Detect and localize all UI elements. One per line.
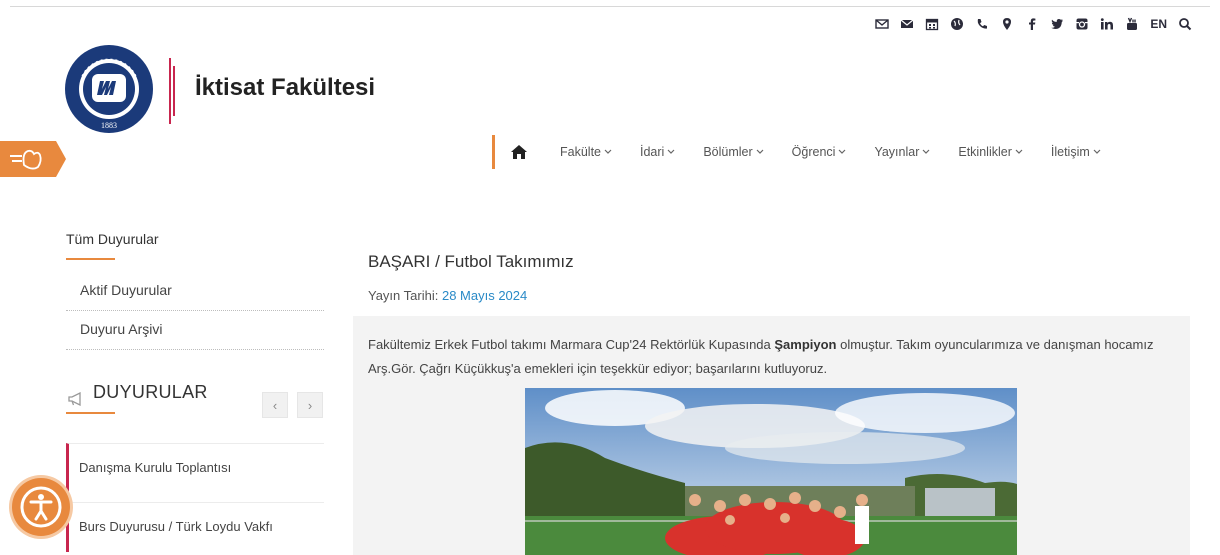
- search-icon[interactable]: [1178, 17, 1192, 31]
- language-switch[interactable]: EN: [1150, 17, 1167, 31]
- top-divider: [10, 6, 1210, 7]
- university-logo[interactable]: 1883: [64, 44, 154, 134]
- nav-item-bolumler[interactable]: Bölümler: [703, 145, 764, 159]
- chevron-down-icon: [1015, 149, 1023, 154]
- envelope-outline-icon[interactable]: [875, 17, 890, 31]
- announcement-item[interactable]: Burs Duyurusu / Türk Loydu Vakfı: [66, 502, 324, 552]
- sidebar-title[interactable]: Tüm Duyurular: [66, 231, 159, 247]
- brand-bars: [168, 58, 178, 124]
- announcements-underline: [66, 412, 115, 414]
- chevron-down-icon: [604, 149, 612, 154]
- post-meta: Yayın Tarihi: 28 Mayıs 2024: [368, 288, 528, 303]
- post-text: Fakültemiz Erkek Futbol takımı Marmara C…: [368, 337, 1154, 376]
- sidebar-divider: [66, 349, 324, 350]
- envelope-icon[interactable]: [900, 17, 914, 31]
- team-photo: [525, 388, 1017, 555]
- announcements-next-button[interactable]: ›: [297, 392, 323, 418]
- instagram-icon[interactable]: [1075, 17, 1089, 31]
- megaphone-icon: [68, 391, 84, 407]
- nav-item-yayinlar[interactable]: Yayınlar: [874, 145, 930, 159]
- sidebar-link-active[interactable]: Aktif Duyurular: [80, 282, 172, 298]
- linkedin-icon[interactable]: [1100, 17, 1114, 31]
- announcement-item[interactable]: Danışma Kurulu Toplantısı: [66, 443, 324, 493]
- phone-icon[interactable]: [975, 17, 989, 31]
- facebook-icon[interactable]: [1025, 17, 1039, 31]
- nav-item-etkinlikler[interactable]: Etkinlikler: [958, 145, 1023, 159]
- chevron-down-icon: [839, 149, 846, 154]
- home-icon[interactable]: [510, 144, 528, 160]
- nav-divider: [492, 135, 495, 169]
- chevron-down-icon: [1093, 149, 1101, 154]
- sidebar-title-underline: [66, 258, 115, 260]
- chevron-down-icon: [756, 149, 764, 154]
- faculty-title[interactable]: İktisat Fakültesi: [195, 74, 375, 102]
- accessibility-button[interactable]: [12, 478, 70, 536]
- twitter-icon[interactable]: [1050, 17, 1064, 31]
- sidebar-divider: [66, 310, 324, 311]
- main-nav: Fakülte İdari Bölümler Öğrenci Yayınlar …: [510, 140, 1101, 164]
- post-title: BAŞARI / Futbol Takımımız: [368, 252, 574, 271]
- logo-year: 1883: [101, 121, 117, 130]
- nav-item-idari[interactable]: İdari: [640, 145, 675, 159]
- nav-item-iletisim[interactable]: İletişim: [1051, 145, 1101, 159]
- map-marker-icon[interactable]: [1000, 17, 1014, 31]
- announcements-prev-button[interactable]: ‹: [262, 392, 288, 418]
- nav-item-fakulte[interactable]: Fakülte: [560, 145, 612, 159]
- youtube-icon[interactable]: [1125, 17, 1139, 31]
- post-date: 28 Mayıs 2024: [441, 288, 528, 303]
- calendar-icon[interactable]: [925, 17, 939, 31]
- top-icon-bar: EN: [875, 14, 1192, 34]
- nav-item-ogrenci[interactable]: Öğrenci: [792, 145, 847, 159]
- accessibility-icon: [20, 486, 62, 528]
- chevron-down-icon: [922, 149, 930, 154]
- globe-icon[interactable]: [950, 17, 964, 31]
- announcements-title: DUYURULAR: [93, 382, 208, 402]
- chevron-down-icon: [667, 149, 675, 154]
- sidebar-link-archive[interactable]: Duyuru Arşivi: [80, 321, 162, 337]
- sign-language-tab[interactable]: [0, 141, 66, 177]
